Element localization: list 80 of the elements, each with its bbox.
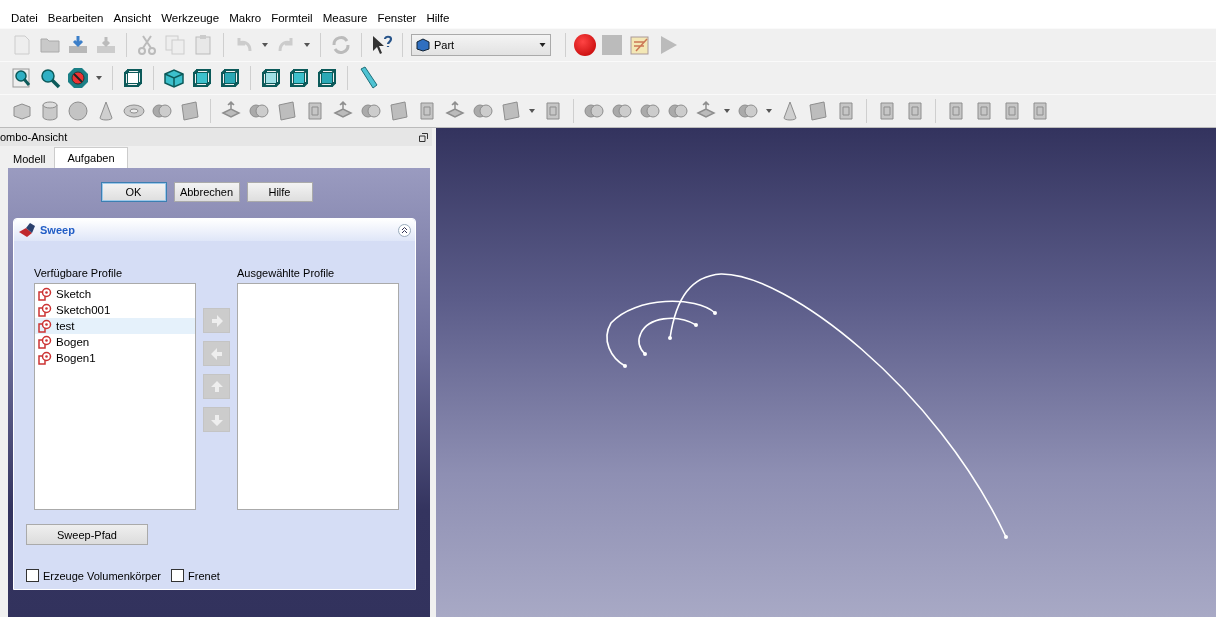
dialog-button[interactable]: Abbrechen bbox=[173, 182, 240, 202]
checkbox-label: Frenet bbox=[188, 569, 220, 582]
caret-icon[interactable] bbox=[96, 76, 102, 80]
list-label: Ausgewählte Profile bbox=[237, 267, 336, 279]
panel-title: Sweep bbox=[40, 224, 76, 236]
caret-icon[interactable] bbox=[766, 109, 772, 113]
profile-name: Bogen bbox=[56, 336, 90, 348]
menu-item[interactable]: Formteil bbox=[266, 12, 318, 24]
menu-item[interactable]: Ansicht bbox=[108, 12, 157, 24]
menu-item[interactable]: Fenster bbox=[372, 12, 422, 24]
plane-icon[interactable] bbox=[387, 99, 411, 123]
profile-item[interactable]: test bbox=[35, 318, 195, 334]
cube-view-icon[interactable] bbox=[218, 66, 242, 90]
zoom-icon[interactable] bbox=[38, 66, 62, 90]
plane-icon[interactable] bbox=[806, 99, 830, 123]
help-pointer-icon[interactable] bbox=[370, 33, 394, 57]
caret-icon[interactable] bbox=[304, 43, 310, 47]
checkbox[interactable] bbox=[26, 569, 39, 582]
sketch-icon bbox=[38, 319, 52, 333]
menu-item[interactable]: Hilfe bbox=[421, 12, 455, 24]
plane-icon[interactable] bbox=[275, 99, 299, 123]
dialog-button[interactable]: OK bbox=[100, 182, 167, 202]
cube-view-icon[interactable] bbox=[259, 66, 283, 90]
tab[interactable]: Aufgaben bbox=[54, 147, 128, 168]
caret-icon[interactable] bbox=[262, 43, 268, 47]
menu-item[interactable]: Bearbeiten bbox=[42, 12, 109, 24]
profile-item[interactable]: Bogen bbox=[35, 334, 195, 350]
cube-view-icon[interactable] bbox=[162, 66, 186, 90]
profile-item[interactable]: Bogen1 bbox=[35, 350, 195, 366]
cube-view-icon[interactable] bbox=[190, 66, 214, 90]
selected-profiles-list[interactable] bbox=[237, 283, 399, 510]
profile-name: test bbox=[56, 320, 75, 332]
profile-item[interactable]: Sketch bbox=[35, 286, 195, 302]
move-up-button[interactable] bbox=[203, 374, 230, 399]
record-macro-icon[interactable] bbox=[574, 34, 596, 56]
move-down-button[interactable] bbox=[203, 407, 230, 432]
dialog-button[interactable]: Hilfe bbox=[246, 182, 313, 202]
panel-title: ombo-Ansicht bbox=[0, 131, 68, 143]
plane-icon[interactable] bbox=[499, 99, 523, 123]
sketch-icon bbox=[38, 287, 52, 301]
list-label: Verfügbare Profile bbox=[34, 267, 124, 279]
menu-item[interactable]: Makro bbox=[224, 12, 267, 24]
plane-icon[interactable] bbox=[178, 99, 202, 123]
cube-icon bbox=[416, 38, 430, 52]
sketch-icon bbox=[38, 351, 52, 365]
workbench-dropdown[interactable]: Part bbox=[411, 34, 551, 56]
sweep-path-button[interactable]: Sweep-Pfad bbox=[26, 524, 148, 545]
move-right-button[interactable] bbox=[203, 308, 230, 333]
cube-view-icon[interactable] bbox=[315, 66, 339, 90]
cube-view-icon[interactable] bbox=[121, 66, 145, 90]
profile-name: Sketch bbox=[56, 288, 92, 300]
move-left-button[interactable] bbox=[203, 341, 230, 366]
float-icon[interactable] bbox=[419, 132, 428, 142]
checkbox-label: Erzeuge Volumenkörper bbox=[43, 569, 161, 582]
available-profiles-list[interactable]: Sketch Sketch001 test Bogen Bogen1 bbox=[34, 283, 196, 510]
caret-icon[interactable] bbox=[724, 109, 730, 113]
cube-view-icon[interactable] bbox=[287, 66, 311, 90]
arrow-icon bbox=[209, 313, 224, 328]
caret-icon[interactable] bbox=[529, 109, 535, 113]
sketch-icon bbox=[38, 303, 52, 317]
sweep-icon bbox=[18, 222, 36, 238]
arrow-icon bbox=[209, 379, 224, 394]
profile-name: Sketch001 bbox=[56, 304, 111, 316]
tab[interactable]: Modell bbox=[4, 149, 55, 168]
checkbox[interactable] bbox=[171, 569, 184, 582]
profile-item[interactable]: Sketch001 bbox=[35, 302, 195, 318]
profile-name: Bogen1 bbox=[56, 352, 96, 364]
3d-view[interactable] bbox=[436, 128, 1216, 617]
sphere-icon[interactable] bbox=[66, 99, 90, 123]
menu-item[interactable]: Datei bbox=[6, 12, 43, 24]
cut-icon[interactable] bbox=[135, 33, 159, 57]
arrow-icon bbox=[209, 346, 224, 361]
no-entry-icon[interactable] bbox=[66, 66, 90, 90]
notepad-icon[interactable] bbox=[628, 33, 652, 57]
collapse-icon[interactable] bbox=[398, 223, 411, 237]
menu-item[interactable]: Measure bbox=[317, 12, 373, 24]
menu-item[interactable]: Werkzeuge bbox=[156, 12, 225, 24]
caret-icon bbox=[539, 43, 546, 47]
arrow-icon bbox=[209, 412, 224, 427]
sketch-icon bbox=[38, 335, 52, 349]
